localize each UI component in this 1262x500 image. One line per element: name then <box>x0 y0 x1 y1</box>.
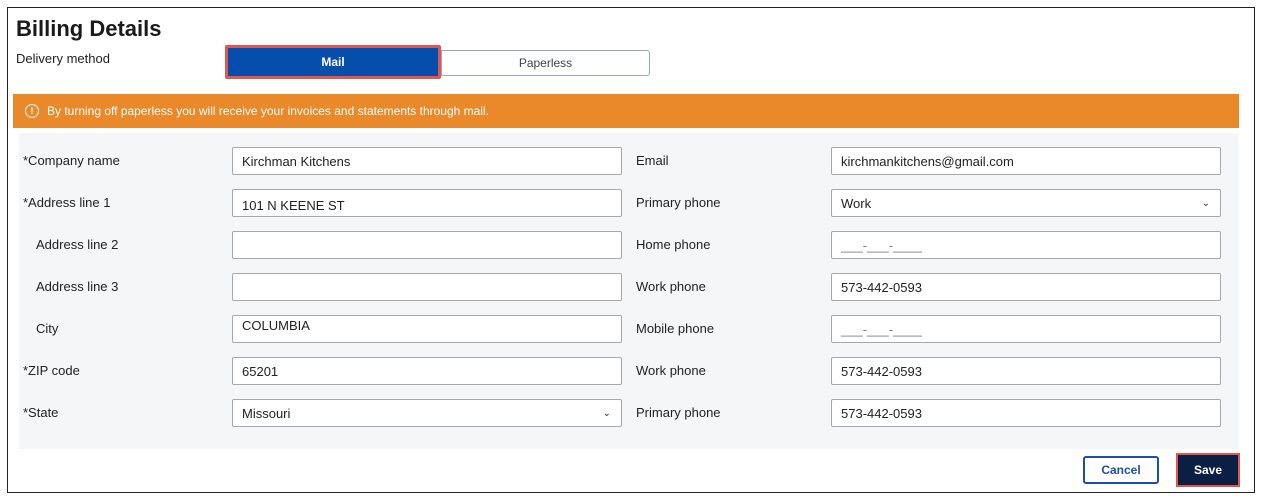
work-phone-input-2[interactable]: 573-442-0593 <box>831 357 1221 385</box>
address-line-1-label: *Address line 1 <box>23 195 111 210</box>
email-input[interactable]: kirchmankitchens@gmail.com <box>831 147 1221 175</box>
banner-text: By turning off paperless you will receiv… <box>47 104 490 118</box>
home-phone-label: Home phone <box>636 237 711 252</box>
zip-code-label: *ZIP code <box>23 363 80 378</box>
address-line-1-input[interactable]: 101 N KEENE ST <box>232 189 622 217</box>
address-line-3-label: Address line 3 <box>36 279 119 294</box>
state-value: Missouri <box>242 405 291 421</box>
work-phone-label: Work phone <box>636 279 706 294</box>
primary-phone-type-label: Primary phone <box>636 195 721 210</box>
work-phone-label-2: Work phone <box>636 363 706 378</box>
delivery-method-label: Delivery method <box>16 51 110 66</box>
primary-phone-label: Primary phone <box>636 405 721 420</box>
home-phone-input[interactable]: ___-___-____ <box>831 231 1221 259</box>
city-label: City <box>36 321 59 336</box>
company-name-input[interactable]: Kirchman Kitchens <box>232 147 622 175</box>
company-name-label: *Company name <box>23 153 120 168</box>
delivery-method-toggle: Mail Paperless <box>225 45 650 79</box>
paperless-option-button[interactable]: Paperless <box>441 50 650 76</box>
primary-phone-input[interactable]: 573-442-0593 <box>831 399 1221 427</box>
chevron-down-icon: ⌄ <box>602 407 611 419</box>
city-input[interactable]: COLUMBIA <box>232 315 622 343</box>
address-line-3-input[interactable] <box>232 273 622 301</box>
address-line-2-input[interactable] <box>232 231 622 259</box>
save-button[interactable]: Save <box>1176 453 1240 487</box>
paperless-warning-banner: ! By turning off paperless you will rece… <box>13 94 1239 128</box>
state-label: *State <box>23 405 59 420</box>
state-select[interactable]: Missouri ⌄ <box>232 399 622 427</box>
info-icon: ! <box>25 104 39 118</box>
cancel-button[interactable]: Cancel <box>1083 456 1159 484</box>
address-line-2-label: Address line 2 <box>36 237 119 252</box>
email-label: Email <box>636 153 669 168</box>
chevron-down-icon: ⌄ <box>1201 197 1210 209</box>
mobile-phone-input[interactable]: ___-___-____ <box>831 315 1221 343</box>
primary-phone-type-value: Work <box>841 195 872 211</box>
primary-phone-type-select[interactable]: Work ⌄ <box>831 189 1221 217</box>
mail-option-button[interactable]: Mail <box>225 45 441 79</box>
zip-code-input[interactable]: 65201 <box>232 357 622 385</box>
work-phone-input[interactable]: 573-442-0593 <box>831 273 1221 301</box>
mobile-phone-label: Mobile phone <box>636 321 715 336</box>
page-title: Billing Details <box>16 16 162 41</box>
